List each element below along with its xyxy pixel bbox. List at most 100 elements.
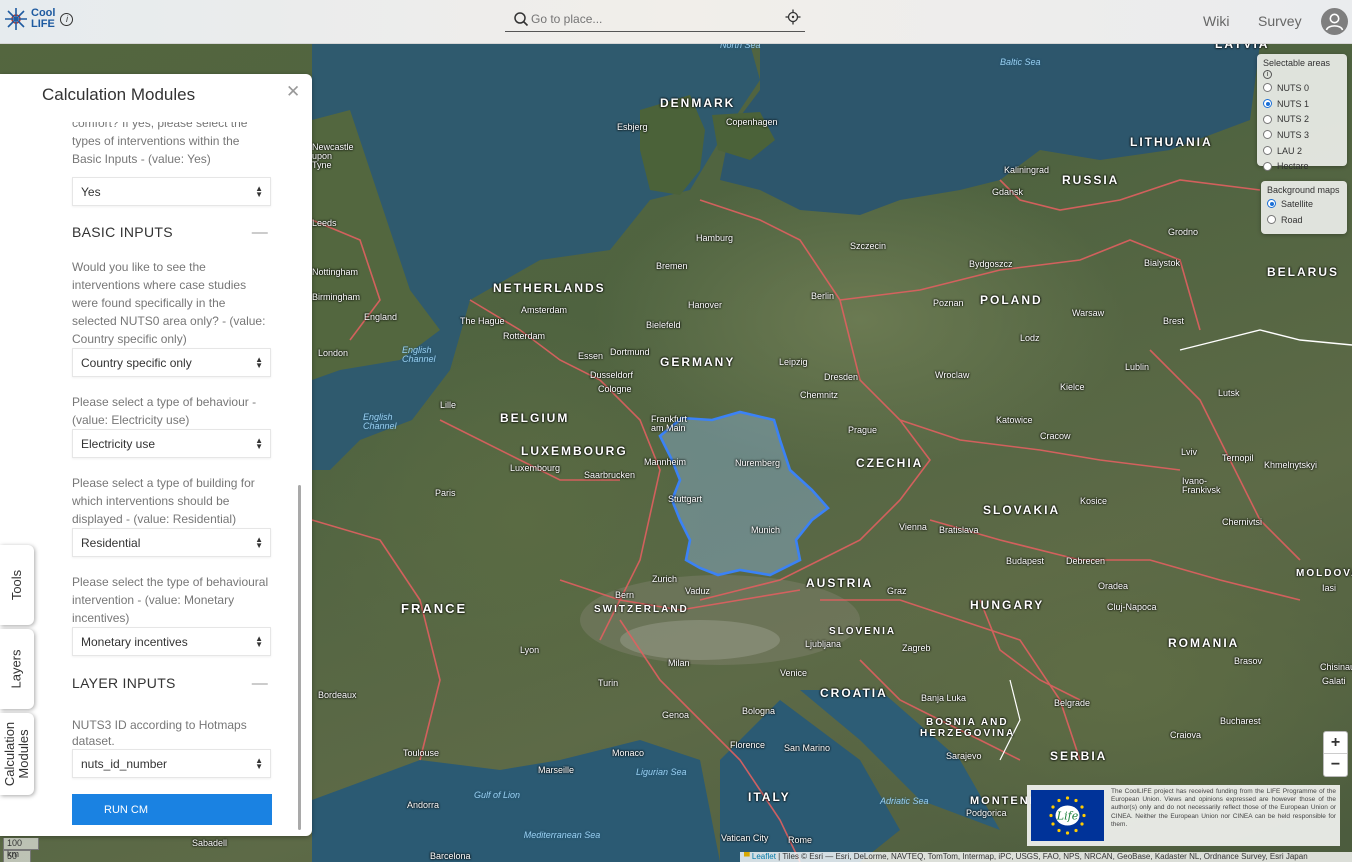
funding-disclaimer-text: The CoolLIFE project has received fundin… bbox=[1111, 788, 1336, 828]
behaviour-select[interactable]: Electricity use ▲ ▼ bbox=[72, 429, 271, 458]
map-country-label: POLAND bbox=[980, 293, 1043, 307]
map-city-label: Prague bbox=[848, 425, 878, 435]
locate-icon[interactable] bbox=[785, 9, 801, 25]
radio-button[interactable] bbox=[1267, 215, 1276, 225]
scale-km: 100 km bbox=[3, 838, 39, 859]
area-option-nuts0[interactable]: NUTS 0 bbox=[1263, 80, 1341, 96]
question-text: Please select a type of building for whi… bbox=[72, 476, 255, 526]
map-country-label: HERZEGOVINA bbox=[920, 728, 1016, 739]
map-city-label: Birmingham bbox=[312, 292, 361, 302]
map-city-label: Hamburg bbox=[696, 233, 734, 243]
bg-option-road[interactable]: Road bbox=[1267, 212, 1341, 228]
map-city-label: Ljubljana bbox=[805, 639, 842, 649]
select-value: Country specific only bbox=[81, 356, 192, 370]
radio-button[interactable] bbox=[1267, 199, 1276, 209]
map-country-label: AUSTRIA bbox=[806, 576, 874, 590]
intervention-type-select[interactable]: Monetary incentives ▲ ▼ bbox=[72, 627, 271, 656]
attribution-text: | Tiles © Esri — Esri, DeLorme, NAVTEQ, … bbox=[775, 852, 1308, 861]
map-city-label: Andorra bbox=[407, 800, 440, 810]
map-city-label: Katowice bbox=[996, 415, 1033, 425]
radio-button[interactable] bbox=[1263, 130, 1272, 140]
map-city-label: Gdansk bbox=[992, 187, 1024, 197]
zoom-control: + − bbox=[1323, 731, 1348, 777]
panel-scrollbar[interactable] bbox=[298, 485, 301, 830]
radio-button[interactable] bbox=[1263, 114, 1272, 124]
area-option-nuts1[interactable]: NUTS 1 bbox=[1263, 96, 1341, 112]
building-type-select[interactable]: Residential ▲ ▼ bbox=[72, 528, 271, 557]
eu-life-logo: Life bbox=[1031, 790, 1104, 841]
radio-button[interactable] bbox=[1263, 146, 1272, 156]
map-scale: 100 km 50 mi bbox=[3, 838, 39, 862]
map-sea-label: Gulf of Lion bbox=[474, 790, 521, 800]
area-option-hectare[interactable]: Hectare bbox=[1263, 158, 1341, 174]
tab-calculation-modules[interactable]: Calculation Modules bbox=[0, 713, 34, 795]
panel-scroll-area[interactable]: comfort? If yes, please select the types… bbox=[0, 119, 312, 836]
bg-option-satellite[interactable]: Satellite bbox=[1267, 196, 1341, 212]
map-sea-label: Baltic Sea bbox=[1000, 57, 1041, 67]
area-option-nuts3[interactable]: NUTS 3 bbox=[1263, 127, 1341, 143]
map-city-label: Stuttgart bbox=[668, 494, 703, 504]
map-city-label: Rotterdam bbox=[503, 331, 546, 341]
info-icon[interactable]: i bbox=[60, 12, 74, 26]
map-city-label: Zagreb bbox=[902, 643, 931, 653]
run-cm-button[interactable]: RUN CM bbox=[72, 794, 272, 825]
map-city-label: Mannheim bbox=[644, 457, 687, 467]
tab-layers[interactable]: Layers bbox=[0, 629, 34, 709]
nav-wiki-link[interactable]: Wiki bbox=[1203, 13, 1229, 29]
map-city-label: Ivano-Frankivsk bbox=[1182, 476, 1221, 495]
map-city-label: Nuremberg bbox=[735, 458, 781, 468]
radio-button[interactable] bbox=[1263, 161, 1272, 171]
map-city-label: Wroclaw bbox=[935, 370, 970, 380]
nuts3-id-select[interactable]: nuts_id_number ▲ ▼ bbox=[72, 749, 271, 778]
map-city-label: Bucharest bbox=[1220, 716, 1261, 726]
map-city-label: Warsaw bbox=[1072, 308, 1105, 318]
map-city-label: Dresden bbox=[824, 372, 859, 382]
map-city-label: Sarajevo bbox=[946, 751, 982, 761]
collapse-icon[interactable]: — bbox=[252, 224, 268, 242]
background-maps-title: Background maps bbox=[1267, 185, 1340, 195]
map-country-label: BELGIUM bbox=[500, 411, 570, 425]
map-country-label: GERMANY bbox=[660, 355, 736, 369]
section-basic-inputs[interactable]: BASIC INPUTS — bbox=[72, 224, 272, 242]
selectable-areas-control: Selectable areas i NUTS 0 NUTS 1 NUTS 2 … bbox=[1257, 54, 1347, 171]
tab-tools[interactable]: Tools bbox=[0, 545, 34, 625]
select-arrows-icon: ▲ ▼ bbox=[255, 756, 263, 771]
leaflet-link[interactable]: Leaflet bbox=[752, 852, 776, 861]
select-arrows-icon: ▲ ▼ bbox=[255, 634, 263, 649]
user-avatar[interactable] bbox=[1321, 8, 1348, 35]
area-option-nuts2[interactable]: NUTS 2 bbox=[1263, 111, 1341, 127]
info-icon[interactable]: i bbox=[1263, 70, 1272, 79]
comfort-select[interactable]: Yes ▲ ▼ bbox=[72, 177, 271, 206]
map-city-label: Milan bbox=[668, 658, 690, 668]
map-city-label: Kielce bbox=[1060, 382, 1085, 392]
country-specific-select[interactable]: Country specific only ▲ ▼ bbox=[72, 348, 271, 377]
map-city-label: Leipzig bbox=[779, 357, 808, 367]
map-city-label: Vatican City bbox=[721, 833, 769, 843]
zoom-out-button[interactable]: − bbox=[1324, 754, 1347, 776]
map-sea-label: Mediterranean Sea bbox=[523, 830, 601, 840]
map-city-label: Poznan bbox=[933, 298, 964, 308]
map-city-label: Bern bbox=[615, 590, 635, 600]
radio-button[interactable] bbox=[1263, 99, 1272, 109]
option-label: Road bbox=[1281, 214, 1303, 225]
tab-label-line1: Calculation bbox=[2, 721, 18, 787]
map-city-label: Amsterdam bbox=[521, 305, 568, 315]
option-label: LAU 2 bbox=[1277, 145, 1303, 156]
collapse-icon[interactable]: — bbox=[252, 675, 268, 693]
close-icon[interactable]: ✕ bbox=[286, 82, 300, 102]
section-layer-inputs[interactable]: LAYER INPUTS — bbox=[72, 675, 272, 693]
map-city-label: San Marino bbox=[784, 743, 831, 753]
nav-survey-link[interactable]: Survey bbox=[1258, 13, 1302, 29]
scale-mi: 50 mi bbox=[3, 850, 31, 862]
coollife-logo[interactable]: Cool LIFE i bbox=[4, 7, 74, 31]
map-city-label: Oradea bbox=[1098, 581, 1129, 591]
question-text: comfort? If yes, please select the types… bbox=[72, 122, 272, 176]
search-input[interactable] bbox=[531, 11, 771, 26]
radio-button[interactable] bbox=[1263, 83, 1272, 93]
map-country-label: LUXEMBOURG bbox=[521, 444, 628, 458]
map-city-label: Cologne bbox=[598, 384, 632, 394]
map-sea-label: Adriatic Sea bbox=[880, 796, 929, 806]
section-title: LAYER INPUTS bbox=[72, 675, 176, 691]
area-option-lau2[interactable]: LAU 2 bbox=[1263, 143, 1341, 159]
zoom-in-button[interactable]: + bbox=[1324, 732, 1347, 754]
